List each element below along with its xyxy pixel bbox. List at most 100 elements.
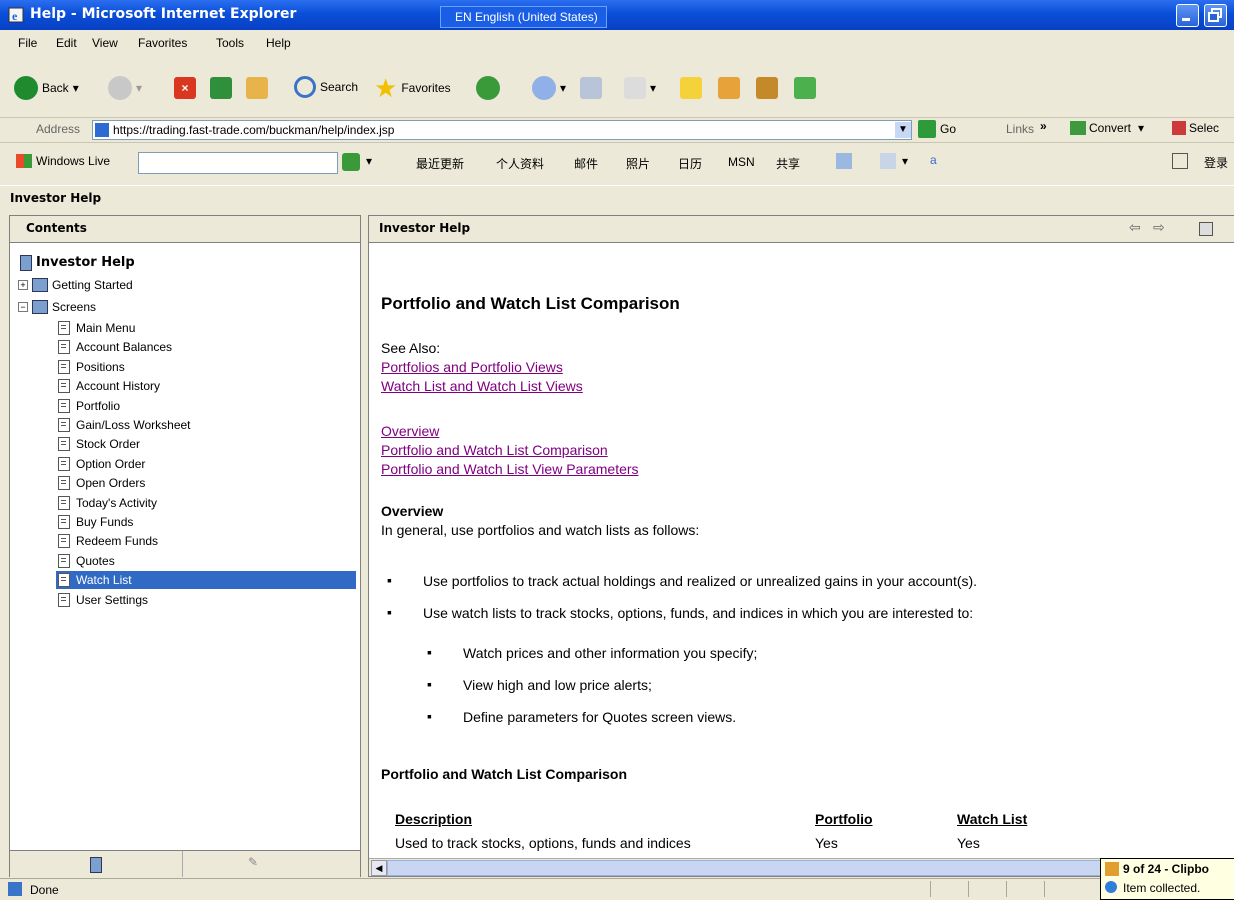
convert-label: Convert	[1089, 121, 1132, 135]
edit-button[interactable]: ▾	[624, 77, 656, 99]
live-search-input[interactable]	[138, 152, 338, 174]
menu-view[interactable]: View	[92, 36, 118, 50]
tree-screens-label: Screens	[52, 300, 97, 314]
tree-item[interactable]: Open Orders	[58, 474, 145, 492]
tree-getting-started[interactable]: + Getting Started	[18, 276, 133, 294]
checkbox-icon[interactable]	[1172, 153, 1188, 169]
search-icon	[294, 76, 316, 98]
link-view-parameters[interactable]: Portfolio and Watch List View Parameters	[381, 461, 639, 477]
link-overview[interactable]: Overview	[381, 423, 439, 439]
convert-button[interactable]: Convert ▾	[1070, 121, 1144, 135]
messenger-button[interactable]	[794, 77, 816, 99]
sync-toc-icon[interactable]	[1199, 222, 1213, 236]
menu-favorites[interactable]: Favorites	[138, 36, 187, 50]
tree-item[interactable]: Today's Activity	[58, 494, 157, 512]
mail-button[interactable]: ▾	[532, 76, 566, 100]
link-watchlist-views[interactable]: Watch List and Watch List Views	[381, 378, 583, 394]
live-link-updates[interactable]: 最近更新	[416, 155, 464, 172]
page-icon	[58, 379, 70, 394]
title-bar: e Help - Microsoft Internet Explorer EN …	[0, 0, 1234, 30]
go-button[interactable]: Go	[918, 120, 956, 138]
tree-item[interactable]: Gain/Loss Worksheet	[58, 416, 191, 434]
star-icon: ★	[374, 73, 398, 103]
stop-button[interactable]: ×	[174, 77, 196, 99]
live-link-profile[interactable]: 个人资料	[496, 155, 544, 172]
tree-item[interactable]: Watch List	[56, 571, 356, 590]
back-button[interactable]: Back ▾	[14, 76, 79, 100]
live-link-photos[interactable]: 照片	[626, 155, 650, 172]
link-portfolios-views[interactable]: Portfolios and Portfolio Views	[381, 359, 563, 375]
tree-item[interactable]: Positions	[58, 358, 125, 376]
menu-file[interactable]: File	[18, 36, 37, 50]
chevron-down-icon[interactable]: ▾	[902, 154, 908, 168]
live-link-msn[interactable]: MSN	[728, 155, 755, 169]
clipboard-notification[interactable]: 9 of 24 - Clipbo Item collected.	[1100, 858, 1234, 900]
collapse-icon[interactable]: −	[18, 302, 28, 312]
signin-link[interactable]: 登录	[1204, 154, 1228, 171]
search-go-icon[interactable]	[342, 153, 360, 171]
tree-item-label: Gain/Loss Worksheet	[76, 418, 191, 432]
search-button[interactable]: Search	[294, 76, 358, 98]
address-input[interactable]: https://trading.fast-trade.com/buckman/h…	[92, 120, 912, 140]
calendar-icon[interactable]	[880, 153, 896, 169]
history-button[interactable]	[476, 76, 500, 100]
page-icon	[58, 340, 70, 355]
ie-page-icon	[8, 882, 22, 896]
translate-icon[interactable]: a	[930, 153, 937, 167]
book-icon[interactable]	[90, 857, 102, 873]
tree-item[interactable]: Quotes	[58, 552, 115, 570]
minimize-button[interactable]	[1176, 4, 1199, 27]
chevron-right-icon[interactable]: »	[1040, 119, 1047, 133]
live-link-mail[interactable]: 邮件	[574, 155, 598, 172]
scroll-thumb[interactable]	[387, 860, 1209, 876]
language-bar[interactable]: EN English (United States)	[440, 6, 607, 28]
favorites-button[interactable]: ★ Favorites	[374, 73, 451, 103]
tree-item[interactable]: Account History	[58, 377, 160, 395]
pencil-icon[interactable]: ✎	[248, 855, 258, 869]
home-icon	[246, 77, 268, 99]
expand-icon[interactable]: +	[18, 280, 28, 290]
chevron-down-icon: ▾	[650, 81, 657, 95]
contents-pane: Contents Investor Help + Getting Started…	[9, 215, 361, 877]
research-button[interactable]	[718, 77, 740, 99]
restore-button[interactable]	[1204, 4, 1227, 27]
tree-item[interactable]: User Settings	[58, 591, 148, 609]
menu-help[interactable]: Help	[266, 36, 291, 50]
select-button[interactable]: Selec	[1172, 121, 1219, 135]
address-dropdown[interactable]: ▼	[895, 122, 911, 138]
page-icon	[58, 534, 70, 549]
print-button[interactable]	[580, 77, 602, 99]
chart-icon[interactable]	[836, 153, 852, 169]
links-label[interactable]: Links	[1006, 122, 1034, 136]
home-button[interactable]	[246, 77, 268, 99]
tree-item[interactable]: Portfolio	[58, 397, 120, 415]
discuss-button[interactable]	[756, 77, 778, 99]
link-comparison[interactable]: Portfolio and Watch List Comparison	[381, 442, 608, 458]
menu-edit[interactable]: Edit	[56, 36, 77, 50]
help-title: Investor Help	[10, 191, 102, 205]
tree-item[interactable]: Buy Funds	[58, 513, 133, 531]
next-arrow-icon[interactable]: ⇨	[1153, 219, 1165, 236]
chevron-down-icon: ▾	[136, 81, 143, 95]
tree-item[interactable]: Stock Order	[58, 435, 140, 453]
messenger-icon	[794, 77, 816, 99]
notes-button[interactable]	[680, 77, 702, 99]
tree-item[interactable]: Option Order	[58, 455, 145, 473]
word-icon	[624, 77, 646, 99]
tree-screens[interactable]: − Screens	[18, 298, 96, 316]
tree-item[interactable]: Redeem Funds	[58, 532, 158, 550]
scroll-left-icon[interactable]: ◀	[371, 860, 387, 876]
forward-button[interactable]: ▾	[108, 76, 142, 100]
refresh-button[interactable]	[210, 77, 232, 99]
live-link-calendar[interactable]: 日历	[678, 155, 702, 172]
tree-item[interactable]: Main Menu	[58, 319, 135, 337]
tree-item[interactable]: Account Balances	[58, 338, 172, 356]
menu-tools[interactable]: Tools	[216, 36, 244, 50]
chevron-down-icon[interactable]: ▾	[366, 154, 372, 168]
tree-item-label: Open Orders	[76, 476, 146, 491]
status-divider	[968, 881, 969, 897]
tree-root[interactable]: Investor Help	[20, 254, 135, 272]
live-link-share[interactable]: 共享	[776, 155, 800, 172]
previous-arrow-icon[interactable]: ⇦	[1129, 219, 1141, 236]
windows-live-brand[interactable]: Windows Live	[16, 154, 110, 168]
